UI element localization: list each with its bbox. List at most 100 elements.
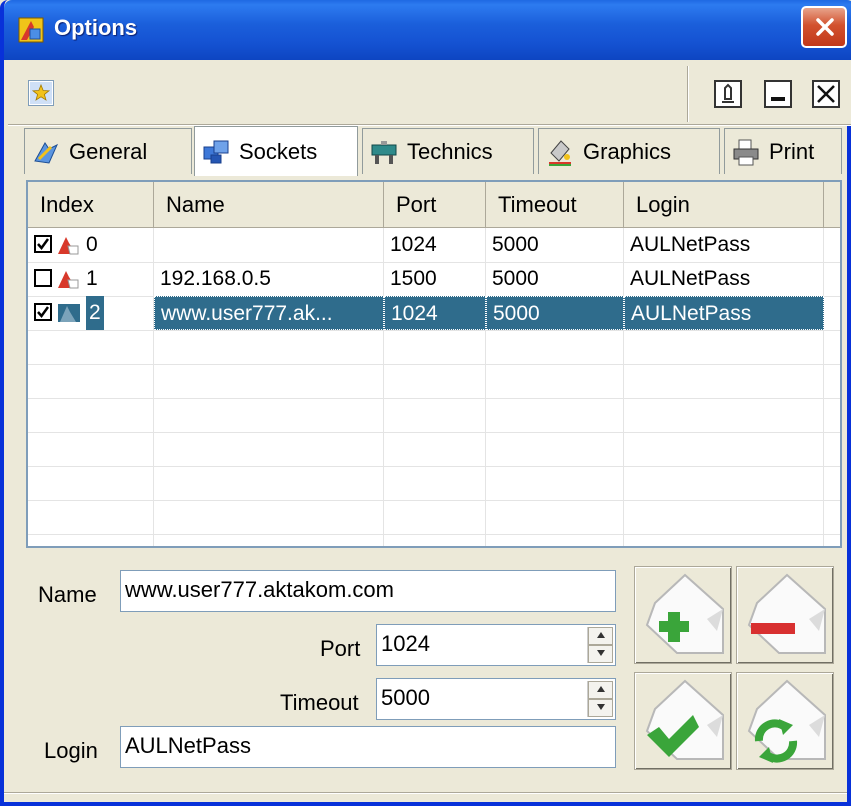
window-title: Options (54, 15, 138, 40)
grid-line (28, 500, 840, 501)
name-cell: www.user777.ak... (154, 296, 384, 330)
spin-down-button[interactable] (588, 699, 613, 717)
socket-icon (58, 237, 79, 255)
tab-graphics[interactable]: Graphics (538, 128, 720, 174)
grid-line (28, 432, 840, 433)
refresh-icon (747, 679, 826, 763)
pin-icon (722, 83, 734, 103)
options-app-icon (18, 17, 44, 43)
tab-sockets[interactable]: Sockets (194, 126, 358, 176)
sockets-tab-icon (203, 140, 229, 163)
graphics-tab-icon (549, 139, 571, 166)
checkmark-icon (37, 306, 50, 319)
port-cell: 1024 (390, 233, 437, 256)
tab-label: Technics (407, 138, 493, 164)
tab-label: Sockets (239, 138, 318, 164)
column-header-index[interactable]: Index (28, 182, 154, 228)
name-cell: 192.168.0.5 (160, 267, 271, 290)
login-label: Login (44, 738, 98, 763)
grid-header: Index Name Port Timeout Login (28, 182, 840, 228)
port-label: Port (320, 636, 361, 661)
socket-icon (58, 271, 79, 289)
tab-label: Print (769, 138, 815, 164)
toolbar-separator (687, 66, 689, 122)
login-cell: AULNetPass (630, 233, 751, 256)
table-row-selected[interactable]: 2 www.user777.ak... 1024 5000 AULNetPass (28, 296, 840, 330)
close-icon (816, 18, 834, 36)
port-spinner[interactable] (587, 627, 613, 663)
index-cell: 2 (28, 296, 154, 330)
printer-icon (733, 139, 759, 165)
login-cell: AULNetPass (624, 296, 824, 330)
spin-up-button[interactable] (588, 681, 613, 699)
table-row[interactable]: 1 192.168.0.5 1500 5000 AULNetPass (28, 262, 840, 296)
port-cell: 1024 (384, 296, 486, 330)
port-cell: 1500 (390, 267, 437, 290)
column-header-login[interactable]: Login (624, 182, 824, 228)
port-stepper[interactable]: 1024 (376, 624, 616, 666)
panel-close-button[interactable] (812, 80, 840, 108)
arrow-down-icon (597, 704, 605, 710)
toolbar (8, 60, 851, 124)
login-field[interactable]: AULNetPass (120, 726, 616, 768)
arrow-down-icon (597, 650, 605, 656)
apply-button[interactable] (634, 672, 732, 770)
options-window: Options General Sockets Technics Graphic… (0, 0, 851, 806)
favorites-button[interactable] (28, 80, 54, 106)
name-cell (154, 228, 384, 262)
login-cell: AULNetPass (630, 267, 751, 290)
remove-icon (747, 573, 826, 654)
column-header-name[interactable]: Name (154, 182, 384, 228)
row-index: 2 (86, 296, 104, 330)
grid-line (28, 364, 840, 365)
row-index: 1 (86, 267, 98, 290)
arrow-up-icon (597, 686, 605, 692)
name-field[interactable]: www.user777.aktakom.com (120, 570, 616, 612)
row-enabled-checkbox[interactable] (34, 303, 52, 321)
spin-up-button[interactable] (588, 627, 613, 645)
column-header-timeout[interactable]: Timeout (486, 182, 624, 228)
grid-line (28, 534, 840, 535)
apply-icon (645, 679, 724, 760)
remove-button[interactable] (736, 566, 834, 664)
sockets-grid[interactable]: Index Name Port Timeout Login 0 1024 500… (26, 180, 842, 548)
add-icon (645, 573, 724, 654)
timeout-cell: 5000 (492, 267, 539, 290)
tab-label: General (69, 138, 148, 164)
row-enabled-checkbox[interactable] (34, 269, 52, 287)
index-cell: 0 (28, 228, 154, 262)
pin-button[interactable] (714, 80, 742, 108)
grid-line (28, 330, 840, 331)
window-close-button[interactable] (801, 6, 847, 48)
divider (8, 124, 851, 126)
table-row[interactable]: 0 1024 5000 AULNetPass (28, 228, 840, 262)
spin-down-button[interactable] (588, 645, 613, 663)
column-header-port[interactable]: Port (384, 182, 486, 228)
timeout-cell: 5000 (492, 233, 539, 256)
grid-line (28, 466, 840, 467)
timeout-value: 5000 (381, 685, 430, 710)
general-tab-icon (34, 141, 59, 164)
minimize-icon (771, 97, 785, 101)
timeout-spinner[interactable] (587, 681, 613, 717)
bottom-divider (4, 792, 847, 794)
row-enabled-checkbox[interactable] (34, 235, 52, 253)
tab-technics[interactable]: Technics (362, 128, 534, 174)
timeout-stepper[interactable]: 5000 (376, 678, 616, 720)
name-label: Name (38, 582, 97, 607)
add-button[interactable] (634, 566, 732, 664)
tab-general[interactable]: General (24, 128, 192, 174)
refresh-button[interactable] (736, 672, 834, 770)
technics-tab-icon (371, 140, 397, 164)
row-index: 0 (86, 233, 98, 256)
minimize-button[interactable] (764, 80, 792, 108)
checkmark-icon (37, 238, 50, 251)
socket-icon (58, 304, 80, 322)
arrow-up-icon (597, 632, 605, 638)
timeout-label: Timeout (280, 690, 359, 715)
index-cell: 1 (28, 262, 154, 296)
tab-print[interactable]: Print (724, 128, 842, 174)
star-icon (30, 82, 52, 104)
port-value: 1024 (381, 631, 430, 656)
tab-label: Graphics (583, 138, 672, 164)
